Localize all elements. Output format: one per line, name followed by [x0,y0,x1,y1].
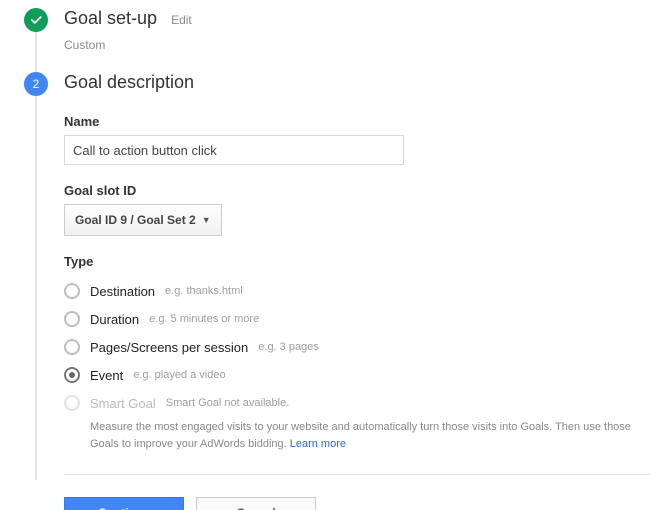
step1-title: Goal set-up [64,8,157,29]
continue-button[interactable]: Continue [64,497,184,510]
action-row: Continue Cancel [64,474,650,510]
step-setup-header: Goal set-up Edit [24,8,650,32]
radio-label: Event [90,368,123,383]
slot-label: Goal slot ID [64,183,650,198]
radio-hint: Smart Goal not available. [166,397,290,409]
caret-down-icon: ▼ [202,215,211,225]
goal-slot-value: Goal ID 9 / Goal Set 2 [75,213,196,227]
goal-name-input[interactable] [64,135,404,165]
edit-link[interactable]: Edit [171,13,192,27]
type-destination[interactable]: Destination e.g. thanks.html [64,277,650,305]
radio-label: Smart Goal [90,396,156,411]
radio-label: Pages/Screens per session [90,340,248,355]
learn-more-link[interactable]: Learn more [290,438,346,450]
radio-icon [64,283,80,299]
cancel-button[interactable]: Cancel [196,497,316,510]
step2-title: Goal description [64,72,194,93]
type-pages[interactable]: Pages/Screens per session e.g. 3 pages [64,333,650,361]
smart-goal-description: Measure the most engaged visits to your … [90,419,650,452]
radio-hint: e.g. thanks.html [165,285,243,297]
type-label: Type [64,254,650,269]
check-icon [24,8,48,32]
goal-slot-dropdown[interactable]: Goal ID 9 / Goal Set 2 ▼ [64,204,222,236]
radio-label: Duration [90,312,139,327]
step2-number-badge: 2 [24,72,48,96]
goal-description-form: Name Goal slot ID Goal ID 9 / Goal Set 2… [64,114,650,452]
radio-icon [64,339,80,355]
radio-icon [64,367,80,383]
radio-icon [64,311,80,327]
radio-hint: e.g. 3 pages [258,341,319,353]
radio-hint: e.g. played a video [133,369,225,381]
radio-label: Destination [90,284,155,299]
radio-hint: e.g. 5 minutes or more [149,313,259,325]
type-event[interactable]: Event e.g. played a video [64,361,650,389]
type-smart-goal: Smart Goal Smart Goal not available. [64,389,650,417]
radio-icon [64,395,80,411]
type-radio-group: Destination e.g. thanks.html Duration e.… [64,277,650,452]
type-duration[interactable]: Duration e.g. 5 minutes or more [64,305,650,333]
name-label: Name [64,114,650,129]
step-description-header: 2 Goal description [24,72,650,96]
step1-subtitle: Custom [64,38,650,52]
